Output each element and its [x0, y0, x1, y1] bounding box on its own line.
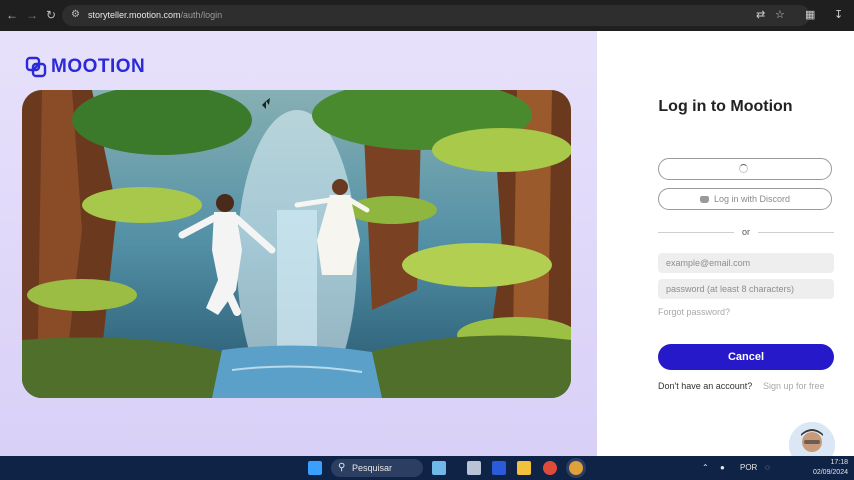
search-icon: ⚲ — [338, 462, 346, 473]
mootion-logo-icon — [25, 56, 47, 78]
or-divider: or — [658, 227, 835, 237]
translate-icon[interactable]: ⇄ — [756, 8, 765, 21]
browser-toolbar: ← → ↻ ⚙ storyteller.mootion.com/auth/log… — [0, 0, 854, 31]
email-field[interactable]: example@email.com — [658, 253, 834, 273]
loading-spinner-icon — [739, 164, 748, 173]
clock-time: 17:18 — [830, 459, 848, 466]
left-panel: MOOTION — [0, 31, 597, 456]
discord-login-button[interactable]: Log in with Discord — [658, 188, 832, 210]
site-settings-icon[interactable]: ⚙ — [71, 9, 80, 20]
chevron-up-icon[interactable]: ⌃ — [702, 463, 709, 472]
reload-icon[interactable]: ↻ — [46, 8, 56, 22]
download-icon[interactable]: ↧ — [834, 8, 843, 21]
clock-date: 02/09/2024 — [812, 469, 848, 476]
password-placeholder: password (at least 8 characters) — [666, 284, 795, 294]
divider-line-left — [658, 231, 734, 233]
back-icon[interactable]: ← — [6, 8, 18, 22]
email-placeholder: example@email.com — [666, 258, 751, 268]
signup-link[interactable]: Sign up for free — [763, 381, 825, 391]
forward-icon[interactable]: → — [26, 8, 38, 22]
login-title: Log in to Mootion — [658, 98, 793, 115]
windows-start-icon[interactable] — [308, 461, 322, 475]
word-icon[interactable] — [492, 461, 506, 475]
language-indicator[interactable]: POR — [740, 463, 757, 472]
chrome-icon[interactable] — [543, 461, 557, 475]
login-panel: Log in to Mootion Log in with Discord or… — [597, 31, 854, 456]
microphone-icon[interactable]: ● — [720, 463, 725, 472]
windows-taskbar: ⚲ Pesquisar ⌃ ● POR ◌ 17:18 02/09/2024 — [0, 456, 854, 480]
google-login-button[interactable] — [658, 158, 832, 180]
or-label: or — [742, 227, 751, 237]
star-icon[interactable]: ☆ — [775, 8, 785, 21]
file-explorer-icon[interactable] — [517, 461, 531, 475]
taskbar-search[interactable]: ⚲ Pesquisar — [331, 459, 423, 477]
discord-icon — [699, 195, 709, 203]
brand-name: MOOTION — [51, 56, 146, 77]
hero-illustration — [22, 90, 571, 398]
widgets-icon[interactable] — [432, 461, 446, 475]
taskbar-clock[interactable]: 17:18 02/09/2024 — [804, 458, 848, 478]
cancel-button[interactable]: Cancel — [658, 344, 834, 370]
address-bar[interactable]: ⚙ storyteller.mootion.com/auth/login — [62, 5, 810, 26]
extensions-icon[interactable]: ▦ — [805, 8, 815, 21]
no-account-text: Don't have an account? — [658, 381, 753, 391]
forgot-password-link[interactable]: Forgot password? — [658, 307, 730, 317]
url-text[interactable]: storyteller.mootion.com/auth/login — [88, 10, 222, 20]
password-field[interactable]: password (at least 8 characters) — [658, 279, 834, 299]
wifi-icon[interactable]: ◌ — [765, 463, 770, 472]
divider-line-right — [758, 231, 835, 233]
url-host: storyteller.mootion.com — [88, 10, 181, 20]
discord-login-label: Log in with Discord — [713, 194, 791, 204]
url-path: /auth/login — [180, 10, 223, 20]
task-view-icon[interactable] — [467, 461, 481, 475]
taskbar-search-label: Pesquisar — [352, 463, 393, 473]
chrome-active-icon[interactable] — [569, 461, 583, 475]
brand-logo[interactable]: MOOTION — [24, 55, 145, 79]
